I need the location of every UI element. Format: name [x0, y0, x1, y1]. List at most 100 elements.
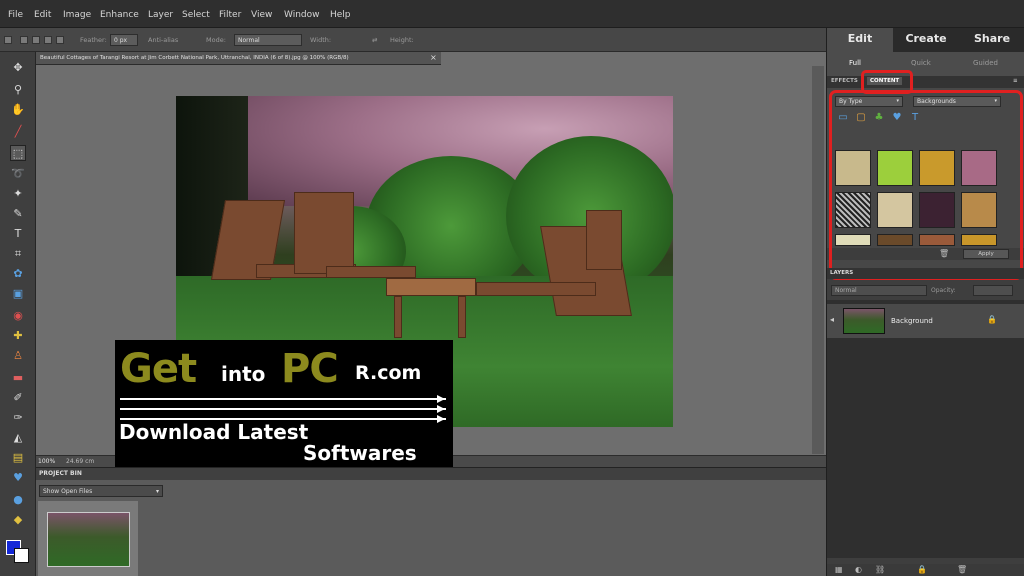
sponge-tool-icon[interactable]: ◆ — [10, 512, 26, 528]
subtab-full[interactable]: Full — [849, 59, 861, 67]
mode-label: Mode: — [206, 36, 226, 44]
swap-icon[interactable]: ⇄ — [372, 36, 377, 44]
panel-bin: Edit Create Share Full Quick Guided EFFE… — [826, 28, 1024, 576]
new-selection-icon[interactable] — [20, 36, 28, 44]
photo-chair — [586, 210, 622, 270]
close-icon[interactable]: × — [430, 53, 437, 62]
panel-menu-icon[interactable]: ≡ — [1013, 78, 1018, 84]
watermark-into: into — [221, 362, 266, 386]
anti-alias-checkbox[interactable]: Anti-alias — [148, 36, 178, 44]
mode-select[interactable]: Normal — [234, 34, 302, 46]
photo-chair — [294, 192, 354, 274]
document-title: Beautiful Cottages of Tarangi Resort at … — [40, 55, 349, 61]
visibility-icon[interactable]: ◂ — [830, 315, 834, 324]
menu-edit[interactable]: Edit — [34, 10, 51, 20]
subtract-selection-icon[interactable] — [44, 36, 52, 44]
eraser-tool-icon[interactable]: ▬ — [10, 370, 26, 386]
eyedropper-tool-icon[interactable]: ╱ — [10, 124, 26, 140]
tab-share[interactable]: Share — [959, 28, 1024, 52]
content-panel-highlight — [829, 90, 1023, 280]
tab-create[interactable]: Create — [893, 28, 959, 52]
smart-brush-tool-icon[interactable]: ✑ — [10, 410, 26, 426]
menu-window[interactable]: Window — [284, 10, 320, 20]
tool-options-bar: Feather: 0 px Anti-alias Mode: Normal Wi… — [0, 28, 826, 52]
menu-enhance[interactable]: Enhance — [100, 10, 139, 20]
subtab-guided[interactable]: Guided — [973, 59, 998, 67]
subtab-quick[interactable]: Quick — [911, 59, 931, 67]
straighten-tool-icon[interactable]: ▣ — [10, 286, 26, 302]
watermark-rcom: R.com — [355, 362, 422, 384]
lock-icon[interactable]: 🔒 — [917, 565, 927, 574]
zoom-level[interactable]: 100% — [38, 458, 55, 465]
feather-label: Feather: — [80, 36, 107, 44]
palette-tabs: EFFECTS CONTENT ≡ — [827, 76, 1024, 88]
document-tab[interactable]: Beautiful Cottages of Tarangi Resort at … — [36, 52, 441, 65]
adjustment-layer-icon[interactable]: ◐ — [855, 565, 862, 574]
tab-edit[interactable]: Edit — [827, 28, 893, 52]
photo-table — [386, 278, 476, 296]
tab-effects[interactable]: EFFECTS — [831, 78, 858, 84]
vertical-scrollbar[interactable] — [812, 66, 824, 454]
photo-table — [394, 296, 402, 338]
new-layer-icon[interactable]: ▦ — [835, 565, 843, 574]
menu-view[interactable]: View — [251, 10, 272, 20]
watermark-line1: Download Latest — [119, 420, 309, 444]
magic-wand-tool-icon[interactable]: ✦ — [10, 186, 26, 202]
paint-bucket-tool-icon[interactable]: ◭ — [10, 430, 26, 446]
layers-list: ◂ Background 🔒 — [827, 300, 1024, 558]
chevron-down-icon: ▾ — [155, 488, 159, 495]
layers-toolbar: ▦ ◐ ⛓ 🔒 🗑 — [827, 564, 1024, 576]
gradient-tool-icon[interactable]: ▤ — [10, 450, 26, 466]
layer-row[interactable]: ◂ Background 🔒 — [827, 304, 1024, 338]
document-size: 24.69 cm — [66, 458, 95, 465]
watermark-line2: Softwares — [303, 441, 417, 465]
lock-icon[interactable]: 🔒 — [987, 315, 997, 324]
rectangular-marquee-tool-icon[interactable]: ⬚ — [10, 145, 26, 161]
brush-tool-icon[interactable]: ✐ — [10, 390, 26, 406]
project-bin-title: PROJECT BIN — [39, 470, 82, 477]
quick-selection-tool-icon[interactable]: ✎ — [10, 206, 26, 222]
zoom-tool-icon[interactable]: ⚲ — [10, 82, 26, 98]
opacity-input[interactable] — [973, 285, 1013, 296]
show-files-select[interactable]: Show Open Files ▾ — [39, 485, 163, 497]
watermark-get: Get — [120, 346, 197, 392]
red-eye-tool-icon[interactable]: ◉ — [10, 308, 26, 324]
watermark-arrow — [120, 395, 446, 403]
custom-shape-tool-icon[interactable]: ♥ — [10, 470, 26, 486]
cookie-cutter-tool-icon[interactable]: ✿ — [10, 266, 26, 282]
move-tool-icon[interactable]: ✥ — [10, 60, 26, 76]
photoshop-elements-window: File Edit Image Enhance Layer Select Fil… — [0, 0, 1024, 576]
menu-help[interactable]: Help — [330, 10, 351, 20]
project-bin: PROJECT BIN Show Open Files ▾ — [36, 467, 826, 576]
type-tool-icon[interactable]: T — [10, 226, 26, 242]
layer-thumbnail — [843, 308, 885, 334]
link-icon[interactable]: ⛓ — [875, 565, 885, 574]
photo-table — [458, 296, 466, 338]
menu-file[interactable]: File — [8, 10, 23, 20]
watermark-arrow — [120, 405, 446, 413]
project-bin-item[interactable] — [38, 501, 138, 576]
background-color-swatch[interactable] — [14, 548, 29, 563]
intersect-selection-icon[interactable] — [56, 36, 64, 44]
photo-chair — [326, 266, 416, 278]
menu-layer[interactable]: Layer — [148, 10, 173, 20]
tool-preset-picker[interactable] — [4, 36, 12, 44]
photo-chair — [476, 282, 596, 296]
menu-select[interactable]: Select — [182, 10, 210, 20]
crop-tool-icon[interactable]: ⌗ — [10, 246, 26, 262]
menu-filter[interactable]: Filter — [219, 10, 241, 20]
watermark-pc: PC — [281, 346, 339, 392]
watermark-logo: Get into PC R.com Download Latest Softwa… — [115, 340, 453, 467]
menu-image[interactable]: Image — [63, 10, 91, 20]
toolbox: ✥ ⚲ ✋ ╱ ⬚ ➰ ✦ ✎ T ⌗ ✿ ▣ ◉ ✚ ♙ ▬ ✐ ✑ ◭ ▤ … — [0, 52, 36, 576]
add-selection-icon[interactable] — [32, 36, 40, 44]
spot-healing-tool-icon[interactable]: ✚ — [10, 328, 26, 344]
lasso-tool-icon[interactable]: ➰ — [10, 166, 26, 182]
clone-stamp-tool-icon[interactable]: ♙ — [10, 348, 26, 364]
blur-tool-icon[interactable]: ● — [10, 492, 26, 508]
blend-mode-select[interactable]: Normal — [831, 285, 927, 296]
feather-input[interactable]: 0 px — [110, 34, 138, 46]
trash-icon[interactable]: 🗑 — [957, 565, 967, 574]
mode-value: Normal — [238, 37, 260, 44]
hand-tool-icon[interactable]: ✋ — [10, 102, 26, 118]
